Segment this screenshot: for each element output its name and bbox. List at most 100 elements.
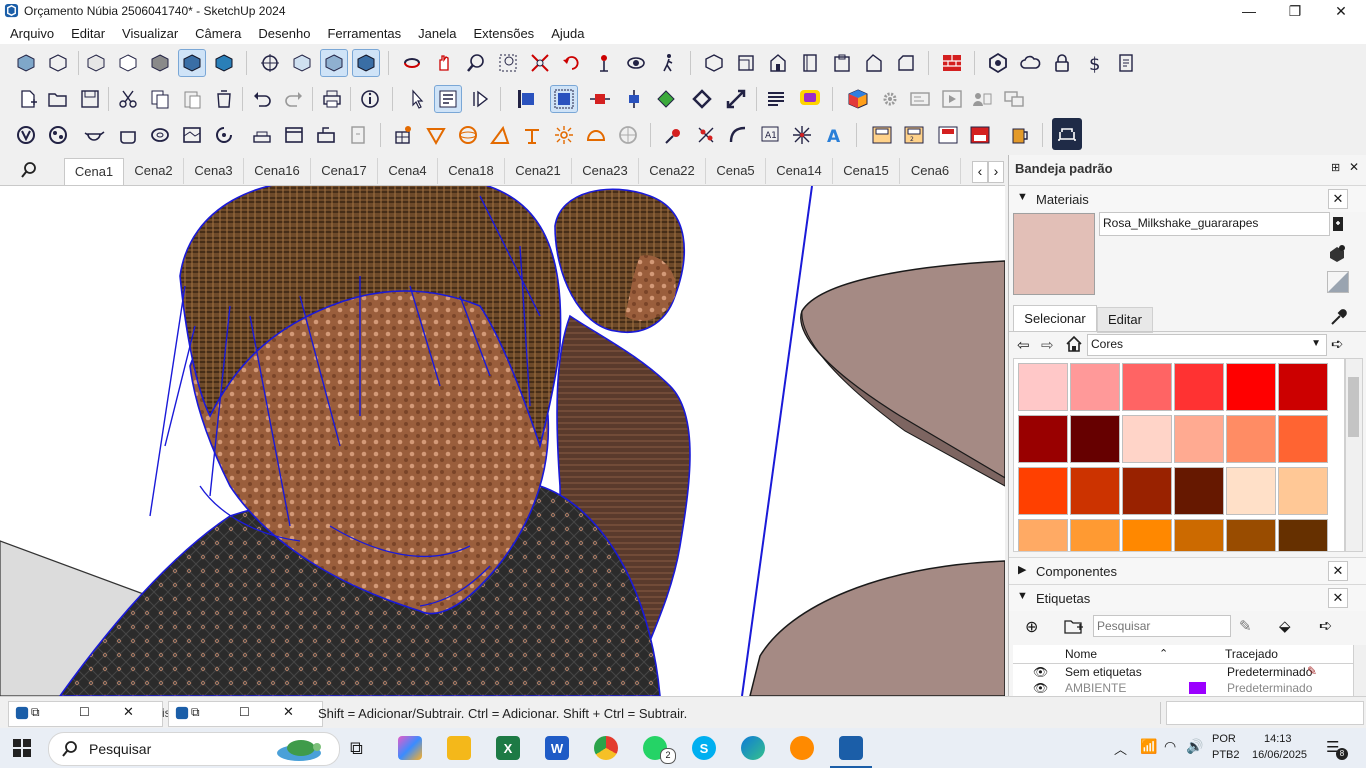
- orbit-icon[interactable]: [398, 49, 426, 77]
- tray-pin-icon[interactable]: ⊞: [1331, 161, 1340, 174]
- align-center-icon[interactable]: [586, 85, 614, 113]
- forward-arrow-icon[interactable]: ⇨: [1041, 336, 1054, 354]
- scatter-red-icon[interactable]: [692, 121, 720, 149]
- position-camera-icon[interactable]: [590, 49, 618, 77]
- lock-icon[interactable]: [1048, 49, 1076, 77]
- scenes-scroll-right-button[interactable]: ›: [988, 161, 1004, 183]
- scrollbar-thumb[interactable]: [1348, 377, 1359, 437]
- tab-cena21[interactable]: Cena21: [505, 158, 572, 184]
- close-icon[interactable]: ✕: [123, 704, 134, 720]
- material-swatch[interactable]: [1278, 363, 1328, 411]
- material-swatch[interactable]: [1070, 519, 1120, 551]
- export-1-icon[interactable]: [868, 121, 896, 149]
- tags-search-input[interactable]: [1093, 615, 1231, 637]
- cloud-icon[interactable]: [1016, 49, 1044, 77]
- slope-orange-icon[interactable]: [486, 121, 514, 149]
- components-panel-header[interactable]: ▶ Componentes ✕: [1009, 557, 1366, 584]
- shaded-icon[interactable]: [146, 49, 174, 77]
- material-swatch[interactable]: [1174, 363, 1224, 411]
- tags-details-arrow-icon[interactable]: ➪: [1319, 616, 1332, 636]
- view-iso-icon[interactable]: [700, 49, 728, 77]
- outliner-icon[interactable]: [762, 85, 790, 113]
- material-swatch[interactable]: [1278, 519, 1328, 551]
- export-4-icon[interactable]: [966, 121, 994, 149]
- maximize-icon[interactable]: ☐: [79, 705, 90, 719]
- view-left-icon[interactable]: [860, 49, 888, 77]
- chrome-icon[interactable]: [594, 736, 618, 760]
- home-icon[interactable]: [1065, 335, 1083, 353]
- print-icon[interactable]: [318, 85, 346, 113]
- shape-torus-icon[interactable]: [146, 121, 174, 149]
- section-plane-icon[interactable]: [288, 49, 316, 77]
- tab-cena5[interactable]: Cena5: [706, 158, 766, 184]
- sphere-grey-icon[interactable]: [614, 121, 642, 149]
- cone-orange-icon[interactable]: [422, 121, 450, 149]
- vpn-icon[interactable]: [790, 736, 814, 760]
- view-bottom-icon[interactable]: [892, 49, 920, 77]
- shape-pot-icon[interactable]: [114, 121, 142, 149]
- model-viewport[interactable]: [0, 186, 1005, 696]
- cabinet-icon[interactable]: [344, 121, 372, 149]
- align-left-icon[interactable]: [512, 85, 540, 113]
- material-swatch[interactable]: [1018, 363, 1068, 411]
- menu-ajuda[interactable]: Ajuda: [541, 26, 591, 41]
- material-swatch[interactable]: [1018, 467, 1068, 515]
- settings-gear-icon[interactable]: [876, 85, 904, 113]
- layout-red-icon[interactable]: [938, 49, 966, 77]
- walk-icon[interactable]: [654, 49, 682, 77]
- tray-overflow-icon[interactable]: ︿: [1114, 739, 1127, 758]
- tab-cena2[interactable]: Cena2: [124, 158, 184, 184]
- tags-scrollbar[interactable]: [1353, 645, 1366, 696]
- light-burst-icon[interactable]: [550, 121, 578, 149]
- keyboard-layout-label[interactable]: PTB2: [1212, 749, 1240, 761]
- tab-cena18[interactable]: Cena18: [438, 158, 505, 184]
- menu-desenho[interactable]: Desenho: [248, 26, 317, 41]
- material-name-field[interactable]: Rosa_Milkshake_guararapes: [1099, 212, 1330, 236]
- menu-ferramentas[interactable]: Ferramentas: [317, 26, 408, 41]
- new-file-icon[interactable]: [14, 85, 42, 113]
- material-swatch[interactable]: [1018, 415, 1068, 463]
- clock-date[interactable]: 16/06/2025: [1252, 749, 1307, 761]
- edit-pencil-icon[interactable]: ✎: [1239, 617, 1252, 635]
- open-folder-icon[interactable]: [44, 85, 72, 113]
- lamp-orange-icon[interactable]: [518, 121, 546, 149]
- menu-janela[interactable]: Janela: [408, 26, 463, 41]
- task-view-icon[interactable]: ⧉: [350, 738, 363, 759]
- pan-icon[interactable]: [430, 49, 458, 77]
- tab-edit[interactable]: Editar: [1097, 307, 1153, 333]
- col-name[interactable]: Nome: [1065, 647, 1097, 661]
- material-swatch[interactable]: [1278, 415, 1328, 463]
- material-swatch[interactable]: [1226, 467, 1276, 515]
- paint-grid-icon[interactable]: [390, 121, 418, 149]
- menu-extensoes[interactable]: Extensões: [463, 26, 541, 41]
- tab-cena1[interactable]: Cena1: [64, 158, 124, 185]
- zoom-window-icon[interactable]: [494, 49, 522, 77]
- tag-dash[interactable]: Predeterminado: [1227, 681, 1312, 695]
- curve-tool-icon[interactable]: [724, 121, 752, 149]
- section-cut-icon[interactable]: [352, 49, 380, 77]
- create-material-icon[interactable]: [1329, 215, 1347, 233]
- paste-icon[interactable]: [178, 85, 206, 113]
- volume-icon[interactable]: 🔊: [1186, 738, 1203, 755]
- xray-icon[interactable]: [82, 49, 110, 77]
- monochrome-icon[interactable]: [210, 49, 238, 77]
- restore-icon[interactable]: ⧉: [191, 705, 200, 720]
- back-arrow-icon[interactable]: ⇦: [1017, 336, 1030, 354]
- col-dash[interactable]: Tracejado: [1225, 647, 1278, 661]
- text-a1-icon[interactable]: A1: [756, 121, 784, 149]
- file-explorer-icon[interactable]: [447, 736, 471, 760]
- tab-select[interactable]: Selecionar: [1013, 305, 1097, 332]
- components-close-button[interactable]: ✕: [1328, 561, 1348, 581]
- close-button[interactable]: ✕: [1318, 0, 1364, 22]
- material-swatch[interactable]: [1122, 415, 1172, 463]
- arrows-out-icon[interactable]: [688, 85, 716, 113]
- material-swatch[interactable]: [1122, 519, 1172, 551]
- shape-sweep-icon[interactable]: [210, 121, 238, 149]
- windows-start-icon[interactable]: [12, 738, 32, 758]
- copy-icon[interactable]: [146, 85, 174, 113]
- color-cube-icon[interactable]: [844, 85, 872, 113]
- view-front-icon[interactable]: [764, 49, 792, 77]
- tab-cena14[interactable]: Cena14: [766, 158, 833, 184]
- tool-1-icon[interactable]: [12, 121, 40, 149]
- hidden-line-icon[interactable]: [114, 49, 142, 77]
